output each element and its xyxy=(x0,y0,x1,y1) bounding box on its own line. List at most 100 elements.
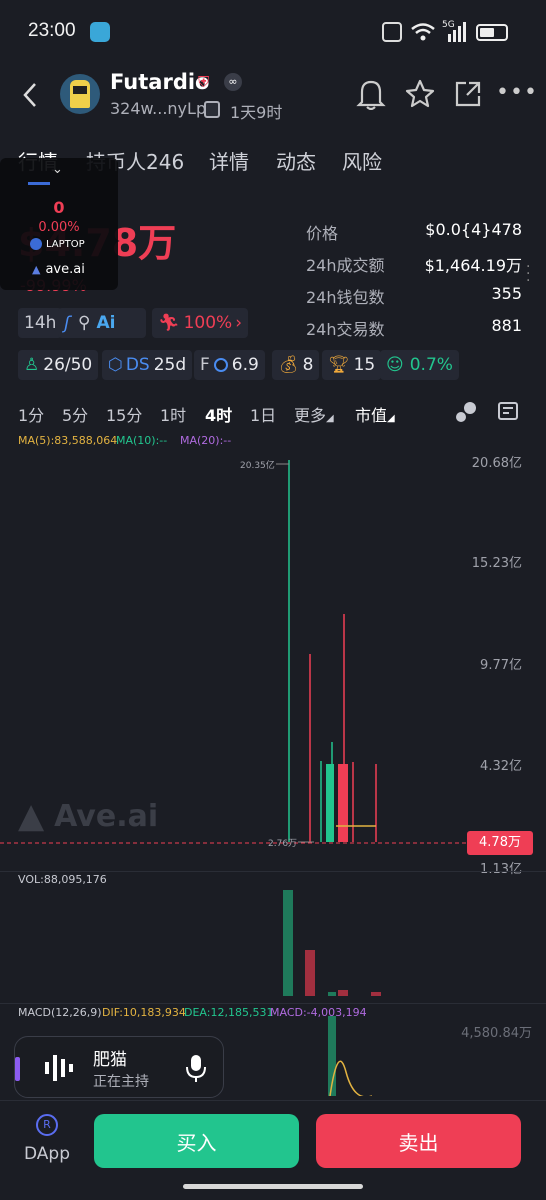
flame-badge-icon: ⛨ xyxy=(198,73,210,91)
y-label-4: 4.32亿 xyxy=(480,759,522,774)
search-icon[interactable]: ⚲ xyxy=(78,313,90,333)
token-header: Futardio ⛨ ∞ 324w...nyLp 1天9时 ••• xyxy=(0,62,546,128)
tf-mcap-label: 市值 xyxy=(355,406,388,425)
microphone-icon[interactable] xyxy=(185,1053,207,1083)
tools-chip[interactable]: ʃ ⚲ Ai xyxy=(58,308,146,338)
app-icon xyxy=(90,22,110,42)
money-chip[interactable]: 💰︎ 8 xyxy=(272,350,320,380)
voice-room-pill[interactable]: 肥猫 正在主持 xyxy=(14,1036,224,1098)
dapp-label: DApp xyxy=(24,1144,71,1164)
f-chip[interactable]: F 6.9 xyxy=(194,350,265,380)
widget-value: 0 xyxy=(53,198,65,217)
sell-button[interactable]: 卖出 xyxy=(316,1114,521,1168)
buy-button[interactable]: 买入 xyxy=(94,1114,299,1168)
tf-more[interactable]: 更多◢ xyxy=(294,402,334,426)
trophy-chip[interactable]: 🏆︎ 15 xyxy=(322,350,382,380)
y-label-3: 9.77亿 xyxy=(480,658,522,673)
ai-icon[interactable]: Ai xyxy=(97,313,116,333)
tf-15m[interactable]: 15分 xyxy=(106,402,142,426)
widget-divider xyxy=(28,182,50,185)
coin-icon xyxy=(213,358,228,372)
stat-trades-label: 24h交易数 xyxy=(306,320,385,339)
stats-panel: 价格 $0.0{4}478 24h成交额 $1,464.19万 24h钱包数 3… xyxy=(306,220,522,348)
runner-icon: 🏃︎ xyxy=(158,313,180,333)
bell-icon[interactable] xyxy=(356,78,386,110)
tab-details[interactable]: 详情 xyxy=(209,146,249,175)
tab-activity[interactable]: 动态 xyxy=(276,146,316,175)
token-address: 324w...nyLp xyxy=(110,99,207,118)
vol-bar xyxy=(371,992,381,996)
vol-bar xyxy=(305,950,315,996)
macd-divider xyxy=(0,1003,546,1004)
chevron-down-icon[interactable]: ⌄ xyxy=(52,162,63,177)
tf-1d[interactable]: 1日 xyxy=(250,402,276,426)
feather-icon[interactable]: ʃ xyxy=(64,313,70,334)
tf-1m[interactable]: 1分 xyxy=(18,402,44,426)
voice-host-name: 肥猫 xyxy=(93,1050,127,1070)
floating-widget[interactable]: ⌄ 0 0.00% LAPTOP ▲ ave.ai xyxy=(0,158,118,290)
wifi-icon xyxy=(411,23,435,41)
candle-body xyxy=(326,764,334,842)
runner-chip[interactable]: 🏃︎ 100% › xyxy=(152,308,249,338)
dapp-icon: R xyxy=(36,1114,58,1136)
widget-brand-label: ave.ai xyxy=(45,262,85,277)
ds-chip[interactable]: ⬡ DS 25d xyxy=(102,350,193,380)
tab-risk[interactable]: 风险 xyxy=(342,146,382,175)
tf-5m[interactable]: 5分 xyxy=(62,402,88,426)
tf-mcap[interactable]: 市值◢ xyxy=(355,402,395,426)
bottom-divider xyxy=(0,1100,546,1101)
trophy-value: 15 xyxy=(353,355,376,375)
period-chip[interactable]: 14h xyxy=(18,308,63,338)
share-icon[interactable] xyxy=(454,80,482,108)
f-label: F xyxy=(200,355,210,375)
tf-4h[interactable]: 4时 xyxy=(205,402,232,426)
audio-wave-icon xyxy=(45,1055,73,1081)
ghost-icon: ☺ xyxy=(386,355,404,375)
money-bag-icon: 💰︎ xyxy=(278,355,300,375)
copy-icon[interactable] xyxy=(204,101,220,118)
stat-trades-value: 881 xyxy=(491,316,522,335)
holders-chip[interactable]: ♙ 26/50 xyxy=(18,350,99,380)
widget-percent: 0.00% xyxy=(38,220,80,235)
indicator-icon[interactable] xyxy=(456,400,478,422)
status-time: 23:00 xyxy=(28,20,76,41)
runner-percent: 100% xyxy=(183,313,233,333)
battery-icon xyxy=(476,24,508,41)
stat-price-value: $0.0{4}478 xyxy=(425,220,522,239)
f-value: 6.9 xyxy=(231,355,259,375)
widget-badge-label: LAPTOP xyxy=(46,238,85,250)
holders-value: 26/50 xyxy=(43,355,93,375)
ds-label: DS xyxy=(125,355,150,375)
y-label-5: 1.13亿 xyxy=(480,862,522,877)
voice-host-status: 正在主持 xyxy=(93,1074,149,1090)
period-label: 14h xyxy=(24,313,57,333)
status-bar: 23:00 5G xyxy=(0,0,546,62)
laptop-token-icon xyxy=(30,238,42,250)
current-price-tag: 4.78万 xyxy=(467,831,533,855)
token-avatar xyxy=(60,74,100,114)
stat-wallets-label: 24h钱包数 xyxy=(306,288,385,307)
y-label-2: 15.23亿 xyxy=(471,556,522,571)
link-badge-icon: ∞ xyxy=(224,73,242,91)
more-icon[interactable]: ••• xyxy=(496,80,538,105)
stat-wallets-value: 355 xyxy=(491,284,522,303)
triangle-icon: ◢ xyxy=(387,413,395,424)
widget-badge: LAPTOP xyxy=(30,238,85,250)
stats-more-icon[interactable]: · · · xyxy=(526,260,530,288)
face-chip[interactable]: ☺ 0.7% xyxy=(380,350,459,380)
trophy-icon: 🏆︎ xyxy=(328,355,350,375)
face-value: 0.7% xyxy=(409,355,453,375)
dapp-button[interactable]: R DApp xyxy=(18,1114,74,1168)
nfc-icon xyxy=(382,22,402,42)
watermark: ▲ Ave.ai xyxy=(18,796,158,836)
settings-icon[interactable] xyxy=(498,402,518,420)
y-label-1: 20.68亿 xyxy=(471,456,522,471)
dea-line xyxy=(329,1060,372,1096)
tf-more-label: 更多 xyxy=(294,406,327,425)
star-icon[interactable] xyxy=(404,78,436,110)
tf-1h[interactable]: 1时 xyxy=(160,402,186,426)
back-icon[interactable] xyxy=(22,82,38,108)
stat-volume-label: 24h成交额 xyxy=(306,256,385,275)
watermark-label: Ave.ai xyxy=(54,798,159,834)
widget-brand: ▲ ave.ai xyxy=(32,262,85,277)
